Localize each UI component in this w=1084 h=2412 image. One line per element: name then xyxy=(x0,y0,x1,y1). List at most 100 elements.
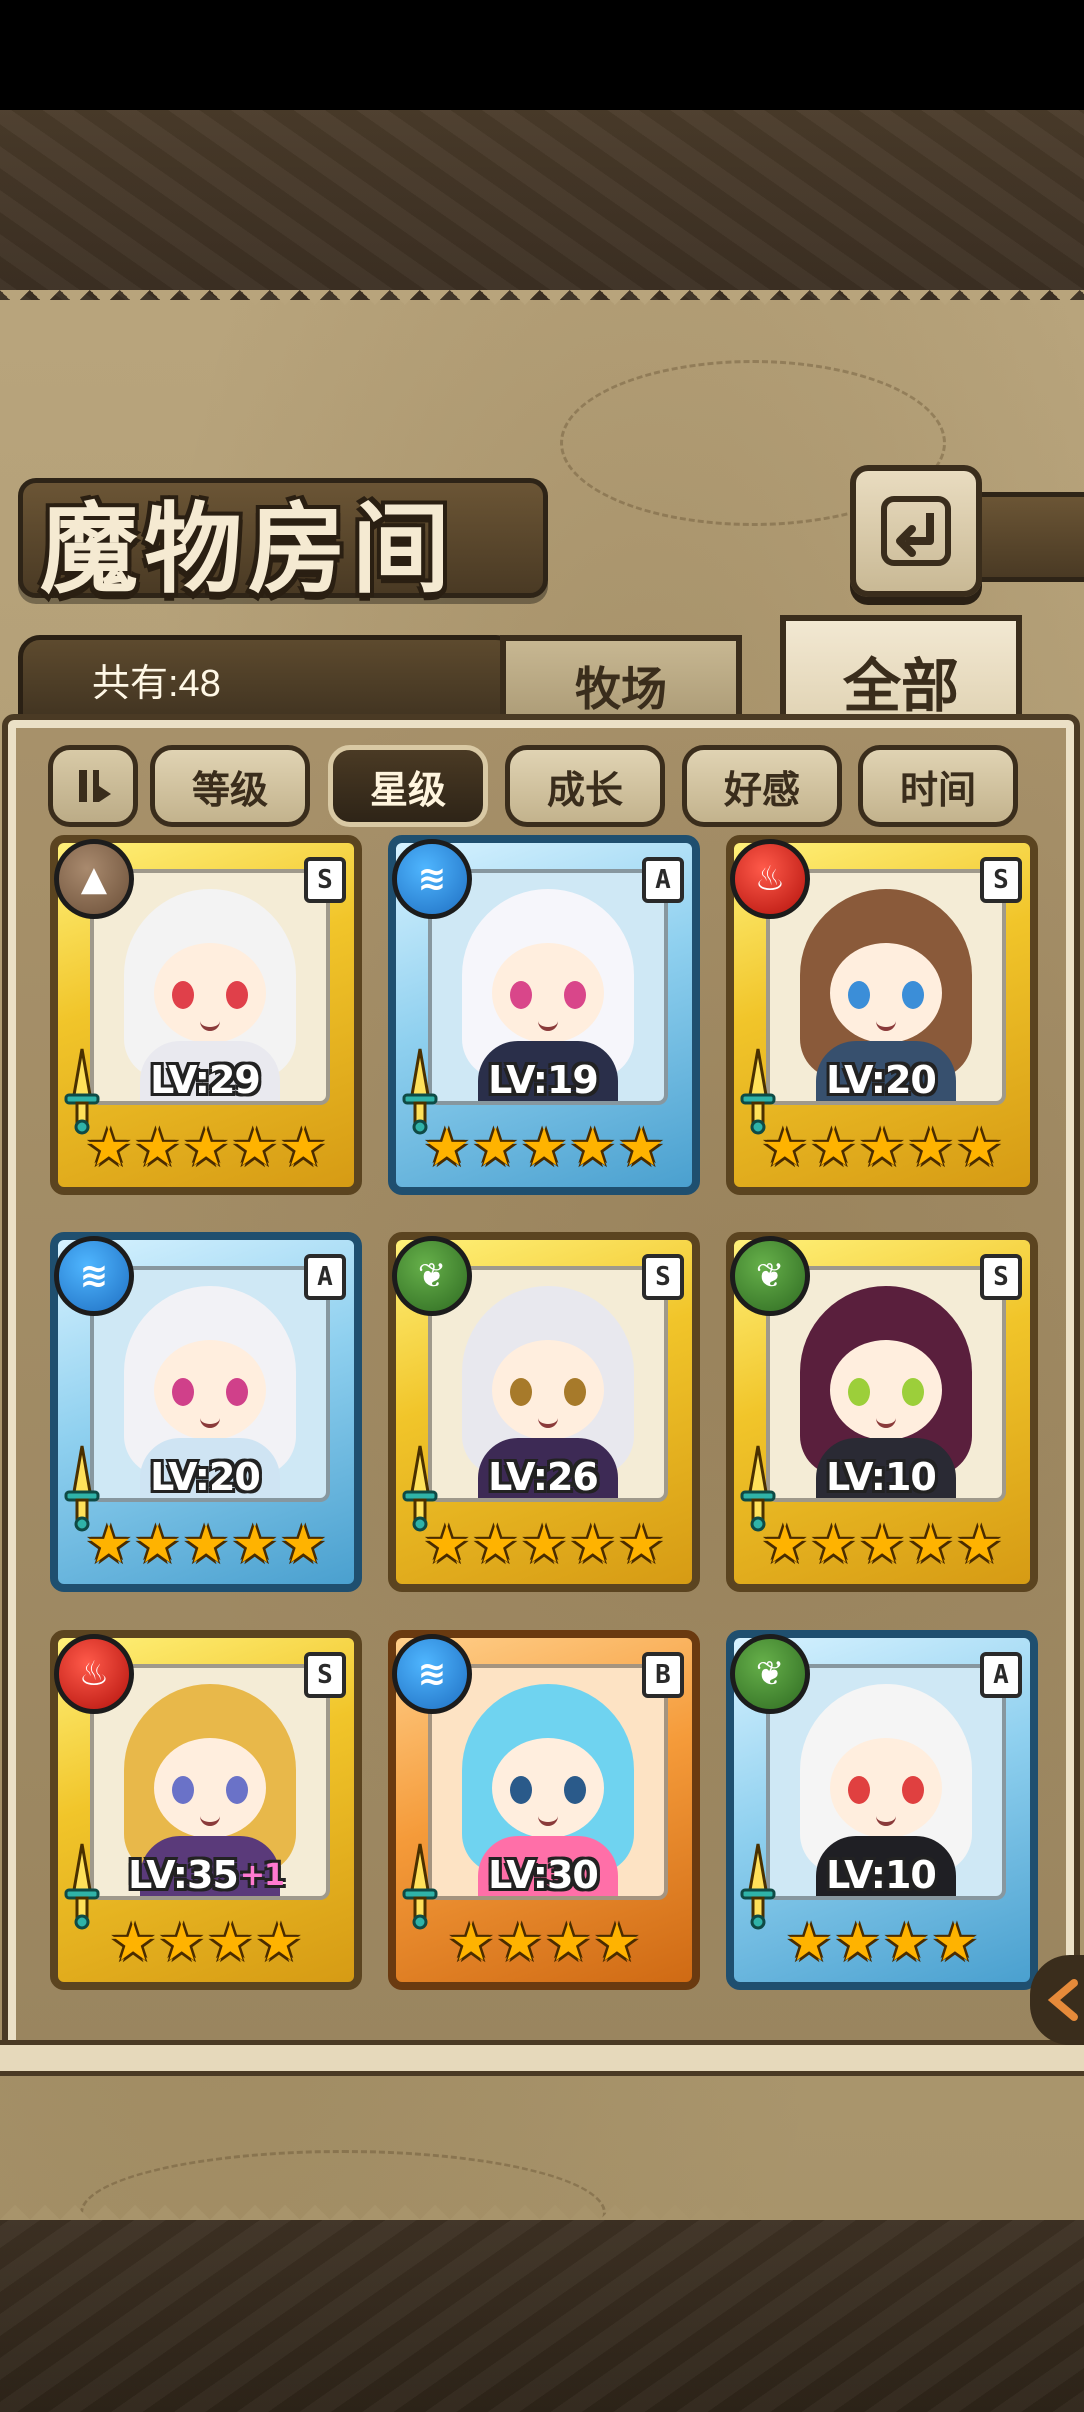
monster-card[interactable]: ♨ S LV:35 +1 ★ ★ ★ ★ xyxy=(50,1630,362,1990)
star-icon: ★ xyxy=(423,1515,471,1575)
star-icon: ★ xyxy=(785,1913,833,1973)
status-bar-area xyxy=(0,0,1084,110)
portrait-eye xyxy=(226,1378,248,1406)
star-icon: ★ xyxy=(858,1515,906,1575)
star-icon: ★ xyxy=(496,1913,543,1973)
level-value: LV:20 xyxy=(826,1058,937,1102)
star-icon: ★ xyxy=(109,1913,157,1973)
star-icon: ★ xyxy=(472,1118,519,1178)
rank-badge: S xyxy=(642,1254,684,1300)
level-value: LV:10 xyxy=(826,1455,937,1499)
monster-level: LV:29 xyxy=(106,1057,306,1103)
star-icon: ★ xyxy=(569,1515,616,1575)
portrait-eye xyxy=(564,981,586,1009)
portrait-eye xyxy=(510,1776,532,1804)
fire-element-icon: ♨ xyxy=(54,1634,134,1714)
back-button-rail xyxy=(975,492,1084,582)
monster-card[interactable]: ≋ A LV:20 ★ ★ ★ ★ ★ xyxy=(50,1232,362,1592)
portrait-eye xyxy=(510,1378,532,1406)
star-icon: ★ xyxy=(907,1118,954,1178)
star-icon: ★ xyxy=(858,1118,906,1178)
star-icon: ★ xyxy=(182,1515,230,1575)
star-icon: ★ xyxy=(617,1515,665,1575)
portrait-eye xyxy=(226,981,248,1009)
sort-by-star-button[interactable]: 星级 xyxy=(328,745,488,827)
portrait-eye xyxy=(848,1776,870,1804)
panel-bottom-border xyxy=(0,2040,1084,2076)
star-rating: ★ ★ ★ ★ xyxy=(744,1912,1020,1974)
rank-badge: A xyxy=(980,1652,1022,1698)
sort-by-level-button[interactable]: 等级 xyxy=(150,745,310,827)
star-icon: ★ xyxy=(761,1118,809,1178)
rank-badge: S xyxy=(304,857,346,903)
monster-level: LV:20 xyxy=(106,1454,306,1500)
level-value: LV:19 xyxy=(488,1058,599,1102)
level-value: LV:30 xyxy=(488,1853,599,1897)
rank-badge: S xyxy=(980,857,1022,903)
star-icon: ★ xyxy=(134,1118,181,1178)
map-background-bottom xyxy=(0,2220,1084,2412)
monster-card[interactable]: ≋ B LV:30 ★ ★ ★ ★ xyxy=(388,1630,700,1990)
sort-order-toggle[interactable] xyxy=(48,745,138,827)
star-rating: ★ ★ ★ ★ ★ xyxy=(744,1514,1020,1576)
star-icon: ★ xyxy=(617,1118,665,1178)
sort-by-time-button[interactable]: 时间 xyxy=(858,745,1018,827)
star-icon: ★ xyxy=(231,1515,278,1575)
star-icon: ★ xyxy=(545,1913,592,1973)
star-icon: ★ xyxy=(955,1515,1003,1575)
star-icon: ★ xyxy=(85,1118,133,1178)
earth-element-icon: ▲ xyxy=(54,839,134,919)
monster-card[interactable]: ❦ S LV:26 ★ ★ ★ ★ ★ xyxy=(388,1232,700,1592)
wood-element-icon: ❦ xyxy=(730,1236,810,1316)
star-icon: ★ xyxy=(423,1118,471,1178)
star-icon: ★ xyxy=(907,1515,954,1575)
tab-ranch[interactable]: 牧场 xyxy=(500,635,742,731)
back-button[interactable] xyxy=(850,465,982,597)
level-value: LV:20 xyxy=(150,1455,261,1499)
fire-element-icon: ♨ xyxy=(730,839,810,919)
rank-badge: S xyxy=(304,1652,346,1698)
portrait-eye xyxy=(172,1776,194,1804)
map-background-top xyxy=(0,110,1084,300)
star-rating: ★ ★ ★ ★ ★ xyxy=(68,1514,344,1576)
monster-card[interactable]: ♨ S LV:20 ★ ★ ★ ★ ★ xyxy=(726,835,1038,1195)
star-icon: ★ xyxy=(955,1118,1003,1178)
rank-badge: A xyxy=(304,1254,346,1300)
sort-by-favor-button[interactable]: 好感 xyxy=(682,745,842,827)
star-icon: ★ xyxy=(810,1118,857,1178)
star-icon: ★ xyxy=(931,1913,979,1973)
star-rating: ★ ★ ★ ★ xyxy=(406,1912,682,1974)
sort-by-growth-button[interactable]: 成长 xyxy=(505,745,665,827)
star-icon: ★ xyxy=(472,1515,519,1575)
star-icon: ★ xyxy=(85,1515,133,1575)
monster-level: LV:19 xyxy=(444,1057,644,1103)
star-icon: ★ xyxy=(231,1118,278,1178)
back-arrow-icon xyxy=(881,496,951,566)
monster-level: LV:30 xyxy=(444,1852,644,1898)
water-element-icon: ≋ xyxy=(392,1634,472,1714)
monster-card[interactable]: ▲ S LV:29 ★ ★ ★ ★ ★ xyxy=(50,835,362,1195)
monster-card[interactable]: ❦ S LV:10 ★ ★ ★ ★ ★ xyxy=(726,1232,1038,1592)
level-value: LV:26 xyxy=(488,1455,599,1499)
portrait-eye xyxy=(848,1378,870,1406)
star-icon: ★ xyxy=(134,1515,181,1575)
portrait-eye xyxy=(564,1378,586,1406)
level-value: LV:35 xyxy=(128,1853,239,1897)
monster-card[interactable]: ≋ A LV:19 ★ ★ ★ ★ ★ xyxy=(388,835,700,1195)
monster-count: 共有:48 xyxy=(92,663,221,705)
star-rating: ★ ★ ★ ★ xyxy=(68,1912,344,1974)
star-rating: ★ ★ ★ ★ ★ xyxy=(406,1514,682,1576)
rank-badge: B xyxy=(642,1652,684,1698)
star-icon: ★ xyxy=(279,1515,327,1575)
wood-element-icon: ❦ xyxy=(392,1236,472,1316)
level-value: LV:29 xyxy=(150,1058,261,1102)
star-rating: ★ ★ ★ ★ ★ xyxy=(406,1117,682,1179)
portrait-eye xyxy=(172,981,194,1009)
rank-badge: A xyxy=(642,857,684,903)
monster-card[interactable]: ❦ A LV:10 ★ ★ ★ ★ xyxy=(726,1630,1038,1990)
monster-level: LV:26 xyxy=(444,1454,644,1500)
star-icon: ★ xyxy=(883,1913,930,1973)
water-element-icon: ≋ xyxy=(392,839,472,919)
portrait-eye xyxy=(902,981,924,1009)
star-rating: ★ ★ ★ ★ ★ xyxy=(744,1117,1020,1179)
